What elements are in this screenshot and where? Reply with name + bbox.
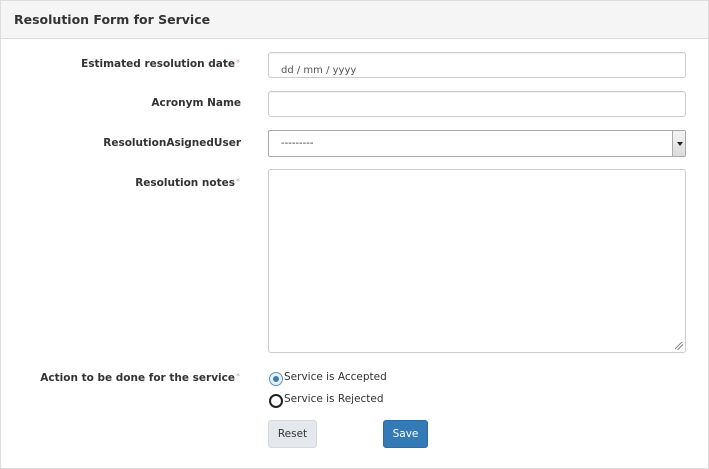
radio-label-accepted[interactable]: Service is Accepted xyxy=(284,371,387,383)
acronym-name-label: Acronym Name xyxy=(151,97,241,109)
assigned-user-select[interactable]: --------- xyxy=(268,130,686,157)
radio-button-rejected[interactable] xyxy=(269,394,283,408)
estimated-date-label-text: Estimated resolution date xyxy=(81,58,235,70)
resolution-notes-textarea[interactable] xyxy=(268,169,686,353)
dropdown-arrow-icon[interactable] xyxy=(672,131,685,156)
radio-label-rejected[interactable]: Service is Rejected xyxy=(284,393,384,405)
required-marker: * xyxy=(236,177,240,186)
assigned-user-label: ResolutionAsignedUser xyxy=(103,137,241,149)
resolution-notes-label: Resolution notes* xyxy=(135,177,240,189)
reset-button[interactable]: Reset xyxy=(268,420,317,448)
action-label-text: Action to be done for the service xyxy=(40,372,235,384)
radio-button-accepted[interactable] xyxy=(269,372,283,386)
estimated-date-label: Estimated resolution date* xyxy=(81,58,240,70)
date-placeholder: dd / mm / yyyy xyxy=(281,65,357,76)
form-title: Resolution Form for Service xyxy=(14,12,211,27)
save-button[interactable]: Save xyxy=(383,420,428,448)
action-label: Action to be done for the service* xyxy=(40,372,240,384)
resolution-form-panel: Resolution Form for Service Estimated re… xyxy=(0,0,709,469)
assigned-user-selected-value: --------- xyxy=(281,138,314,149)
panel-heading: Resolution Form for Service xyxy=(1,1,708,39)
resolution-notes-label-text: Resolution notes xyxy=(135,177,235,189)
required-marker: * xyxy=(236,372,240,381)
estimated-date-input[interactable]: dd / mm / yyyy xyxy=(268,52,686,78)
acronym-name-input[interactable] xyxy=(268,91,686,117)
required-marker: * xyxy=(236,58,240,67)
resize-grip-icon[interactable] xyxy=(675,342,683,350)
